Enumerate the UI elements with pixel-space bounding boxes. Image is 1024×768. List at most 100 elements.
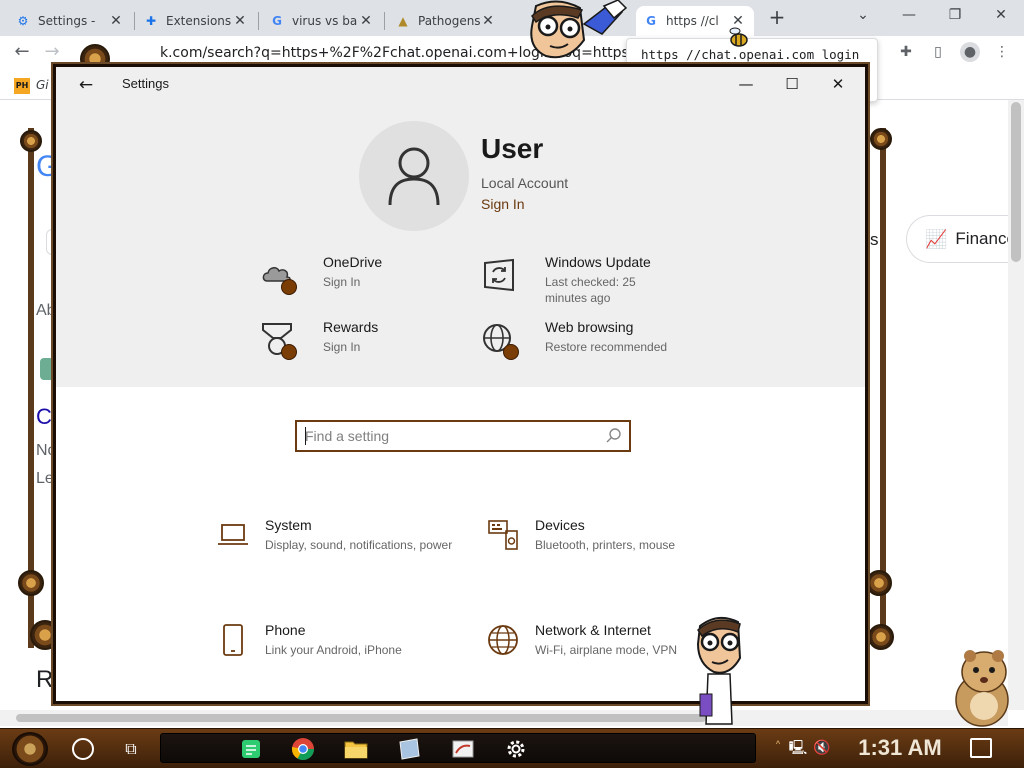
- phone-icon: [217, 624, 249, 656]
- tab-close-icon[interactable]: ✕: [108, 13, 124, 29]
- finance-chip-label: Finance: [955, 229, 1016, 248]
- page-vertical-scrollbar[interactable]: [1008, 100, 1024, 710]
- browser-tab-pathogens[interactable]: ▲ Pathogens ✕: [388, 6, 504, 36]
- category-devices[interactable]: Devices Bluetooth, printers, mouse: [487, 517, 727, 569]
- paint-icon[interactable]: [450, 736, 476, 762]
- quick-title: OneDrive: [323, 254, 383, 270]
- category-title: Devices: [535, 517, 585, 533]
- category-subtitle: Display, sound, notifications, power: [265, 538, 453, 552]
- search-input[interactable]: [305, 426, 595, 446]
- task-view-icon[interactable]: ⧉: [120, 738, 142, 760]
- gear-decoration-icon: [20, 130, 42, 152]
- file-explorer-icon[interactable]: [343, 736, 369, 762]
- category-subtitle: Link your Android, iPhone: [265, 643, 402, 657]
- maximize-button[interactable]: ☐: [775, 73, 809, 95]
- tray-chevron-icon[interactable]: ˄: [768, 738, 788, 758]
- extensions-puzzle-icon[interactable]: ✚: [896, 42, 916, 62]
- peek-text: Le: [36, 470, 54, 487]
- browser-back-button[interactable]: ←: [10, 40, 34, 64]
- status-dot: [281, 279, 297, 295]
- quick-subtitle: Last checked: 25 minutes ago: [545, 275, 636, 305]
- quick-title: Rewards: [323, 319, 379, 335]
- gear-decoration-icon: [868, 624, 894, 650]
- scrollbar-thumb[interactable]: [16, 714, 706, 722]
- tablet-icon[interactable]: [396, 736, 422, 762]
- tab-close-icon[interactable]: ✕: [232, 13, 248, 29]
- taskbar-clock[interactable]: 1:31 AM: [850, 734, 950, 762]
- tab-title: https //cl: [666, 14, 719, 28]
- tab-title: Settings -: [38, 14, 96, 28]
- chrome-icon[interactable]: [290, 736, 316, 762]
- search-icon[interactable]: [605, 427, 623, 445]
- settings-gear-icon[interactable]: [503, 736, 529, 762]
- finance-chip[interactable]: 📈 Finance: [906, 215, 1024, 263]
- warning-icon: ▲: [398, 14, 408, 28]
- quick-title: Windows Update: [545, 254, 651, 270]
- minimize-button[interactable]: —: [729, 73, 763, 95]
- start-button[interactable]: [12, 732, 48, 766]
- browser-forward-button[interactable]: →: [40, 40, 64, 64]
- google-icon: G: [646, 14, 656, 28]
- google-icon: G: [272, 14, 282, 28]
- peek-chip-text[interactable]: s: [870, 230, 879, 250]
- browser-menu-icon[interactable]: ⋮: [992, 42, 1012, 62]
- finance-chart-icon: 📈: [925, 228, 948, 249]
- windows-update-item[interactable]: Windows Update Last checked: 25 minutes …: [481, 254, 681, 305]
- bookmark-label[interactable]: Gi: [36, 78, 49, 92]
- back-arrow-icon[interactable]: ←: [74, 73, 98, 97]
- tab-search-chevron-icon[interactable]: ⌄: [852, 4, 874, 26]
- status-dot: [281, 344, 297, 360]
- tab-separator: [384, 12, 385, 30]
- new-tab-button[interactable]: +: [766, 6, 788, 28]
- user-avatar[interactable]: [359, 121, 469, 231]
- browser-tab-extensions[interactable]: ✚ Extensions ✕: [136, 6, 256, 36]
- gear-decoration-icon: [870, 128, 892, 150]
- category-system[interactable]: System Display, sound, notifications, po…: [217, 517, 457, 569]
- profile-avatar-icon[interactable]: ●: [960, 42, 980, 62]
- gear-decoration-icon: [866, 570, 892, 596]
- person-icon: [388, 147, 440, 206]
- browser-restore-button[interactable]: ❐: [944, 4, 966, 26]
- tab-title: Pathogens: [418, 14, 480, 28]
- page-horizontal-scrollbar[interactable]: [0, 710, 1008, 726]
- cartoon-man-with-glasses-top: [530, 0, 628, 59]
- browser-tab-settings[interactable]: ⚙ Settings - ✕: [8, 6, 132, 36]
- network-globe-icon: [487, 624, 519, 656]
- category-title: System: [265, 517, 312, 533]
- bookmark-ph-icon[interactable]: PH: [14, 78, 30, 94]
- browser-close-button[interactable]: ✕: [990, 4, 1012, 26]
- rewards-item[interactable]: Rewards Sign In: [259, 319, 459, 362]
- scrollbar-thumb[interactable]: [1011, 102, 1021, 262]
- gear-icon: ⚙: [17, 14, 29, 28]
- cartoon-hamster: [955, 650, 1009, 727]
- quick-subtitle: Sign In: [323, 275, 361, 289]
- update-icon: [481, 257, 521, 297]
- browser-tab-virus[interactable]: G virus vs ba ✕: [262, 6, 382, 36]
- user-sign-in-link[interactable]: Sign In: [481, 196, 525, 212]
- find-setting-search-box[interactable]: [295, 420, 631, 452]
- user-name: User: [481, 133, 544, 164]
- onedrive-item[interactable]: OneDrive Sign In: [259, 254, 459, 297]
- quick-subtitle: Restore recommended: [545, 340, 668, 354]
- notification-center-icon[interactable]: [970, 738, 992, 758]
- tab-close-icon[interactable]: ✕: [480, 13, 496, 29]
- category-phone[interactable]: Phone Link your Android, iPhone: [217, 622, 457, 674]
- cartoon-bee-icon: [729, 27, 748, 47]
- window-title: Settings: [122, 76, 169, 91]
- taskbar-search-icon[interactable]: [72, 738, 94, 760]
- text-caret: [305, 427, 306, 445]
- notes-icon[interactable]: [238, 736, 264, 762]
- settings-titlebar[interactable]: ← Settings — ☐ ✕: [56, 67, 865, 101]
- quick-title: Web browsing: [545, 319, 634, 335]
- tab-close-icon[interactable]: ✕: [358, 13, 374, 29]
- category-subtitle: Bluetooth, printers, mouse: [535, 538, 676, 552]
- peek-link[interactable]: C: [36, 404, 52, 430]
- network-tray-icon[interactable]: 🖳: [788, 738, 808, 758]
- volume-muted-icon[interactable]: 🔇: [812, 738, 832, 758]
- web-browsing-item[interactable]: Web browsing Restore recommended: [481, 319, 681, 362]
- browser-minimize-button[interactable]: —: [898, 4, 920, 26]
- category-title: Network & Internet: [535, 622, 651, 638]
- close-button[interactable]: ✕: [821, 73, 855, 95]
- side-panel-icon[interactable]: ▯: [928, 42, 948, 62]
- openai-favicon-peek: [40, 358, 54, 380]
